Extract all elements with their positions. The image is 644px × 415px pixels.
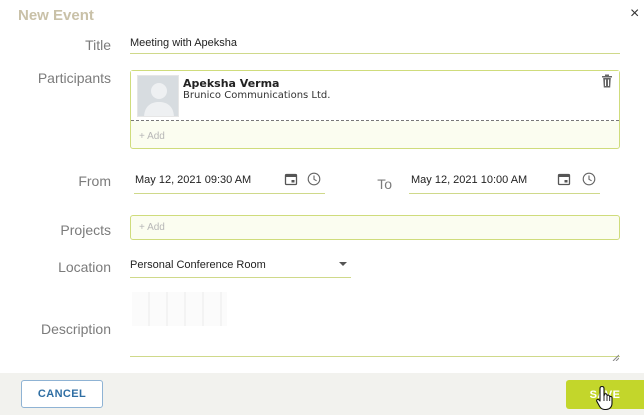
- participants-label: Participants: [37, 70, 111, 86]
- avatar: [137, 75, 179, 117]
- from-label: From: [78, 173, 111, 189]
- location-underline: [130, 277, 351, 278]
- dialog-title: New Event: [18, 7, 94, 24]
- chevron-down-icon[interactable]: [339, 262, 347, 266]
- projects-add-input[interactable]: + Add: [139, 222, 165, 233]
- participants-box: Apeksha Verma Brunico Communications Ltd…: [130, 70, 620, 149]
- projects-label: Projects: [60, 222, 111, 238]
- to-datetime-input[interactable]: May 12, 2021 10:00 AM: [411, 174, 527, 186]
- location-label: Location: [58, 259, 111, 275]
- close-icon[interactable]: ×: [630, 6, 639, 22]
- from-datetime-input[interactable]: May 12, 2021 09:30 AM: [135, 174, 251, 186]
- from-underline: [134, 193, 325, 194]
- location-select[interactable]: Personal Conference Room: [130, 259, 266, 271]
- resize-handle-icon[interactable]: [612, 348, 620, 362]
- cancel-button[interactable]: CANCEL: [21, 380, 103, 408]
- save-button[interactable]: SAVE: [566, 380, 644, 409]
- participant-card[interactable]: Apeksha Verma Brunico Communications Ltd…: [131, 71, 619, 121]
- calendar-icon[interactable]: [557, 172, 571, 186]
- title-underline: [130, 53, 620, 54]
- description-label: Description: [40, 321, 111, 337]
- trash-icon[interactable]: [601, 74, 613, 88]
- title-label: Title: [85, 37, 111, 53]
- to-underline: [409, 193, 600, 194]
- to-label: To: [377, 176, 392, 192]
- description-underline: [130, 356, 620, 357]
- projects-input[interactable]: + Add: [130, 215, 620, 240]
- participant-name: Apeksha Verma: [183, 77, 280, 90]
- participant-organization: Brunico Communications Ltd.: [183, 90, 331, 101]
- clock-icon[interactable]: [582, 172, 596, 186]
- description-textarea[interactable]: [130, 290, 620, 356]
- title-input[interactable]: Meeting with Apeksha: [130, 37, 237, 49]
- participants-add-input[interactable]: + Add: [139, 131, 165, 142]
